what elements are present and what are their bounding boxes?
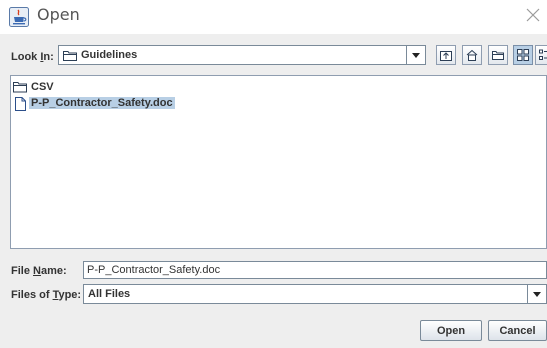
folder-icon <box>13 81 27 96</box>
file-name-label: File Name: <box>11 265 67 277</box>
look-in-value: Guidelines <box>81 49 138 61</box>
chevron-down-icon <box>533 292 541 297</box>
up-folder-icon <box>440 51 452 61</box>
close-icon[interactable] <box>524 6 542 24</box>
new-folder-icon <box>492 51 504 60</box>
list-view-icon <box>517 49 529 61</box>
up-folder-button[interactable] <box>436 45 456 65</box>
list-item-label: CSV <box>31 81 54 93</box>
window-title: Open <box>37 5 80 24</box>
document-icon <box>13 97 27 114</box>
title-bar: Open <box>0 0 547 34</box>
cancel-button[interactable]: Cancel <box>488 320 547 341</box>
file-type-dropdown-button[interactable] <box>527 285 546 303</box>
home-folder-button[interactable] <box>462 45 482 65</box>
file-type-label: Files of Type: <box>11 289 82 301</box>
file-type-value: All Files <box>88 288 131 300</box>
look-in-combo[interactable]: Guidelines <box>58 45 426 65</box>
look-in-label: Look In: <box>11 51 54 63</box>
chevron-down-icon <box>412 53 420 58</box>
home-folder-icon <box>466 49 478 61</box>
open-button[interactable]: Open <box>420 320 482 341</box>
file-type-combo[interactable]: All Files <box>83 284 547 304</box>
list-item-label: P-P_Contractor_Safety.doc <box>29 97 175 109</box>
details-view-icon <box>539 49 547 60</box>
java-cup-icon <box>9 7 29 27</box>
details-view-button[interactable] <box>535 45 547 65</box>
list-view-button[interactable] <box>513 45 533 65</box>
folder-icon <box>63 50 77 64</box>
look-in-dropdown-button[interactable] <box>406 46 425 64</box>
new-folder-button[interactable] <box>488 45 508 65</box>
file-list[interactable]: CSV P-P_Contractor_Safety.doc <box>10 75 547 249</box>
file-name-input[interactable] <box>83 261 547 279</box>
